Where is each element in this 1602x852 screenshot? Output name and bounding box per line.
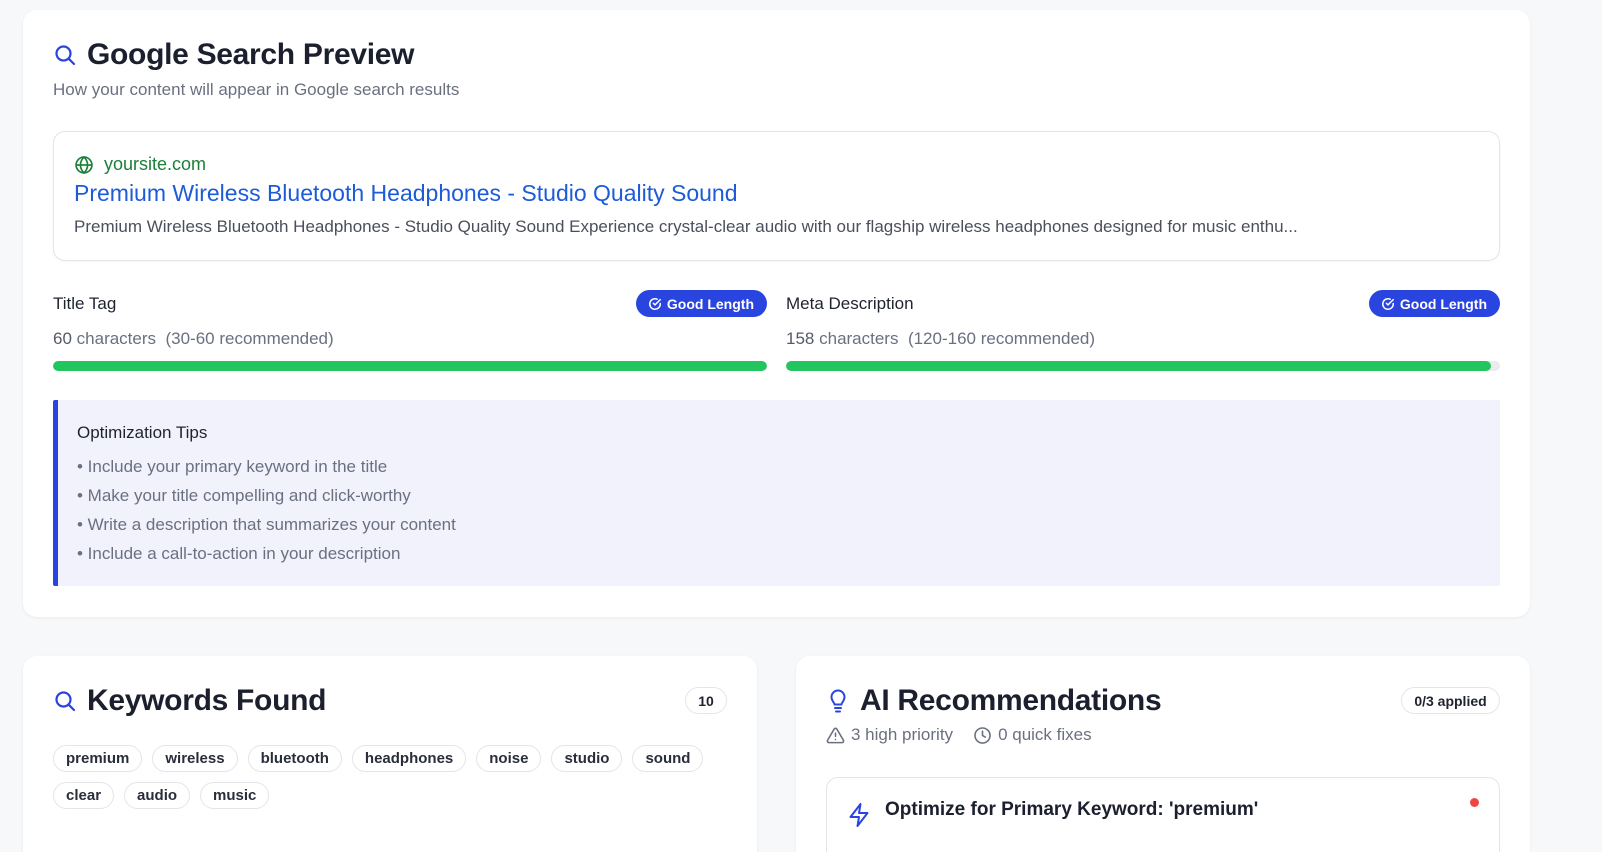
meta-description-badge-label: Good Length (1399, 295, 1487, 312)
serp-description: Premium Wireless Bluetooth Headphones - … (74, 217, 1298, 236)
search-preview-heading: Google Search Preview (53, 38, 414, 72)
keywords-title: Keywords Found (87, 684, 327, 717)
ai-recommendations-card: AI Recommendations 0/3 applied 3 high pr… (796, 656, 1530, 852)
meta-description-count-value: 158 (786, 329, 815, 348)
meta-description-recommended: (120-160 recommended) (907, 329, 1096, 348)
keyword-tag[interactable]: bluetooth (247, 745, 342, 772)
high-priority-label: 3 high priority (851, 725, 954, 744)
priority-indicator-dot (1470, 798, 1479, 807)
search-preview-subtitle: How your content will appear in Google s… (53, 80, 460, 99)
title-tag-count: 60 characters (30-60 recommended) (53, 329, 334, 349)
meta-description-count: 158 characters (120-160 recommended) (786, 329, 1095, 349)
meta-description-progress-fill (786, 361, 1492, 371)
optimization-tips: Optimization Tips • Include your primary… (53, 400, 1500, 586)
tip-item: • Make your title compelling and click-w… (77, 486, 411, 505)
serp-url-text: yoursite.com (104, 154, 207, 174)
keyword-tag[interactable]: sound (632, 745, 704, 772)
search-icon (55, 691, 76, 712)
meta-description-status-badge: Good Length (1368, 290, 1500, 317)
keyword-tag[interactable]: music (200, 782, 270, 809)
serp-result: yoursite.com Premium Wireless Bluetooth … (53, 131, 1500, 261)
tip-item: • Include your primary keyword in the ti… (77, 457, 388, 476)
applied-count-badge: 0/3 applied (1401, 687, 1500, 714)
keyword-tag[interactable]: headphones (351, 745, 467, 772)
ai-recommendations-heading: AI Recommendations (826, 684, 1162, 718)
tip-item: • Include a call-to-action in your descr… (77, 544, 401, 563)
clock-icon (974, 726, 991, 744)
globe-icon (75, 155, 93, 174)
title-tag-badge-label: Good Length (666, 295, 754, 312)
high-priority-stat: 3 high priority (826, 725, 953, 745)
check-circle-icon (1381, 297, 1394, 310)
lightning-icon (849, 803, 869, 827)
title-tag-recommended: (30-60 recommended) (165, 329, 334, 348)
quick-fixes-label: 0 quick fixes (998, 725, 1092, 744)
keyword-tag[interactable]: wireless (152, 745, 238, 772)
title-tag-label: Title Tag (53, 294, 117, 313)
meta-description-count-unit: characters (819, 329, 899, 348)
meta-description-label: Meta Description (786, 294, 914, 313)
keywords-count-badge: 10 (685, 687, 727, 714)
serp-title-link[interactable]: Premium Wireless Bluetooth Headphones - … (74, 180, 738, 207)
keywords-card: Keywords Found 10 premium wireless bluet… (23, 656, 757, 852)
keywords-heading: Keywords Found (53, 684, 326, 718)
search-preview-title: Google Search Preview (87, 38, 415, 71)
recommendation-item[interactable]: Optimize for Primary Keyword: 'premium' (826, 777, 1500, 852)
keyword-tag[interactable]: noise (476, 745, 542, 772)
keyword-tag[interactable]: clear (53, 782, 115, 809)
title-tag-progress-fill (53, 361, 767, 371)
ai-recommendations-title: AI Recommendations (860, 684, 1162, 717)
title-tag-count-value: 60 (53, 329, 72, 348)
title-tag-progress-bar (53, 361, 767, 371)
optimization-tips-title: Optimization Tips (77, 423, 208, 442)
tip-item: • Write a description that summarizes yo… (77, 515, 456, 534)
check-circle-icon (648, 297, 661, 310)
lightbulb-icon (830, 689, 846, 713)
keyword-tag[interactable]: audio (124, 782, 191, 809)
optimization-tips-list: • Include your primary keyword in the ti… (77, 456, 456, 572)
title-tag-status-badge: Good Length (635, 290, 767, 317)
recommendation-title: Optimize for Primary Keyword: 'premium' (885, 799, 1259, 820)
search-icon (55, 45, 76, 66)
meta-description-progress-bar (786, 361, 1500, 371)
search-preview-card: Google Search Preview How your content w… (23, 10, 1530, 617)
title-tag-count-unit: characters (76, 329, 157, 348)
warning-icon (826, 727, 845, 743)
ai-recommendation-stats: 3 high priority 0 quick fixes (826, 725, 1092, 745)
keyword-tag-list: premium wireless bluetooth headphones no… (53, 745, 723, 809)
serp-url: yoursite.com (74, 154, 206, 175)
quick-fixes-stat: 0 quick fixes (973, 725, 1092, 745)
keyword-tag[interactable]: studio (551, 745, 623, 772)
keyword-tag[interactable]: premium (53, 745, 143, 772)
